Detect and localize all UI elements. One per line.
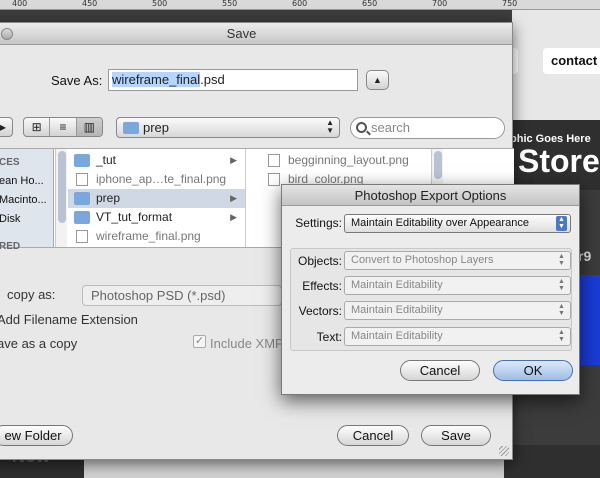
list-item-label: iphone_ap…te_final.png — [96, 172, 227, 186]
column-prep-parent: _tut ▶ iphone_ap…te_final.png prep ▶ VT_… — [68, 149, 246, 247]
sidebar-item-home[interactable]: ean Ho... — [0, 175, 44, 187]
list-item[interactable]: wireframe_final.png — [68, 227, 245, 246]
folder-location-popup[interactable]: prep ▲ ▼ — [116, 117, 340, 138]
effects-label: Effects: — [302, 279, 342, 293]
settings-select[interactable]: Maintain Editability over Appearance ▲ ▼ — [344, 214, 571, 233]
scrollbar-thumb[interactable] — [58, 151, 66, 223]
filename-field[interactable]: wireframe_final.psd — [108, 69, 358, 91]
horizontal-ruler: 400 450 500 550 600 650 700 750 — [0, 0, 600, 10]
add-extension-label[interactable]: Add Filename Extension — [0, 312, 138, 327]
website-nav-contact: contact — [543, 48, 600, 74]
list-item[interactable]: VT_tut_format ▶ — [68, 208, 245, 227]
list-item[interactable]: begginning_layout.png — [260, 151, 430, 170]
disclosure-arrow-icon: ▶ — [230, 212, 237, 222]
sidebar-header-places: CES — [0, 157, 20, 168]
effects-select[interactable]: Maintain Editability ▲ ▼ — [344, 276, 571, 295]
sidebar-item-macintosh[interactable]: Macinto... — [0, 194, 47, 206]
folder-icon — [123, 122, 139, 134]
back-button[interactable]: ▸ — [0, 117, 13, 137]
list-item-label: VT_tut_format — [96, 210, 173, 224]
ruler-label: 500 — [152, 0, 168, 8]
scrollbar-thumb[interactable] — [434, 151, 442, 179]
vectors-label: Vectors: — [298, 304, 342, 318]
objects-select[interactable]: Convert to Photoshop Layers ▲ ▼ — [344, 251, 571, 270]
list-item-label: wireframe_final.png — [96, 229, 201, 243]
ruler-label: 400 — [12, 0, 28, 8]
search-placeholder: search — [371, 120, 411, 135]
popup-arrows-icon: ▲ ▼ — [558, 278, 565, 292]
image-file-icon — [268, 173, 280, 186]
view-mode-selector[interactable]: ⊞ ≡ ▥ — [23, 117, 103, 137]
settings-value: Maintain Editability over Appearance — [351, 217, 529, 229]
folder-icon — [74, 211, 90, 224]
cancel-button[interactable]: Cancel — [337, 425, 409, 446]
effects-value: Maintain Editability — [351, 279, 443, 291]
list-item-label: prep — [96, 191, 121, 205]
filename-selected-text: wireframe_final — [112, 72, 201, 87]
save-as-label: Save As: — [51, 73, 103, 88]
list-view-icon[interactable]: ≡ — [50, 118, 77, 136]
list-item[interactable]: _tut ▶ — [68, 151, 245, 170]
website-store-heading: Store — [518, 143, 600, 179]
list-item[interactable]: prep ▶ — [68, 189, 245, 208]
ok-button[interactable]: OK — [493, 360, 573, 381]
save-button[interactable]: Save — [421, 425, 491, 446]
icon-view-icon[interactable]: ⊞ — [24, 118, 51, 136]
image-file-icon — [268, 154, 280, 167]
resize-grip-icon[interactable] — [499, 446, 509, 456]
new-folder-button[interactable]: ew Folder — [0, 425, 73, 446]
current-folder-label: prep — [143, 120, 170, 135]
popup-arrows-icon: ▲ ▼ — [556, 216, 567, 231]
image-file-icon — [76, 173, 88, 186]
search-icon — [356, 122, 367, 133]
search-input[interactable]: search — [350, 117, 505, 139]
popup-arrows-icon: ▲ ▼ — [558, 329, 565, 343]
column-view-icon[interactable]: ▥ — [76, 118, 102, 136]
ruler-label: 550 — [222, 0, 238, 8]
text-select[interactable]: Maintain Editability ▲ ▼ — [344, 327, 571, 346]
vectors-value: Maintain Editability — [351, 304, 443, 316]
disclosure-arrow-icon: ▶ — [230, 155, 237, 165]
export-cancel-button[interactable]: Cancel — [400, 360, 480, 381]
column-scrollbar[interactable] — [55, 149, 67, 247]
vectors-select[interactable]: Maintain Editability ▲ ▼ — [344, 301, 571, 320]
save-copy-label[interactable]: ave as a copy — [0, 336, 77, 351]
include-xmp-label: Include XMP — [210, 336, 284, 351]
folder-icon — [74, 154, 90, 167]
disclosure-arrow-icon: ▶ — [230, 193, 237, 203]
folder-icon — [74, 192, 90, 205]
format-label: copy as: — [7, 287, 56, 302]
sidebar-item-disk[interactable]: Disk — [0, 213, 20, 225]
expand-dialog-button[interactable]: ▲ — [366, 70, 389, 90]
sidebar-header-shared: RED — [0, 241, 21, 252]
text-label: Text: — [316, 330, 342, 344]
format-popup[interactable]: Photoshop PSD (*.psd) — [82, 285, 282, 306]
save-dialog-title: Save — [226, 26, 257, 41]
settings-label: Settings: — [295, 216, 342, 230]
sidebar: CES ean Ho... Macinto... Disk RED — [0, 149, 54, 252]
ruler-label: 750 — [502, 0, 518, 8]
filename-extension: .psd — [200, 72, 225, 87]
text-value: Maintain Editability — [351, 330, 443, 342]
ruler-label: 600 — [292, 0, 308, 8]
ruler-label: 650 — [362, 0, 378, 8]
list-item-label: begginning_layout.png — [288, 153, 409, 167]
close-window-icon[interactable] — [1, 28, 13, 40]
export-options-dialog: Photoshop Export Options Settings: Maint… — [281, 184, 580, 395]
popup-arrows-icon: ▲ ▼ — [558, 253, 565, 267]
export-options-title: Photoshop Export Options — [282, 185, 579, 206]
objects-label: Objects: — [297, 254, 342, 268]
popup-arrows-icon: ▲ ▼ — [558, 303, 565, 317]
image-file-icon — [76, 230, 88, 243]
ruler-label: 450 — [82, 0, 98, 8]
list-item[interactable]: iphone_ap…te_final.png — [68, 170, 245, 189]
ruler-label: 700 — [432, 0, 448, 8]
objects-value: Convert to Photoshop Layers — [351, 254, 494, 266]
back-arrow-icon: ▸ — [0, 120, 7, 134]
save-dialog-titlebar[interactable]: Save — [0, 23, 512, 45]
popup-arrows-icon: ▲ ▼ — [326, 118, 334, 135]
include-xmp-checkbox[interactable]: ✓ — [193, 335, 206, 348]
list-item-label: _tut — [96, 153, 117, 167]
